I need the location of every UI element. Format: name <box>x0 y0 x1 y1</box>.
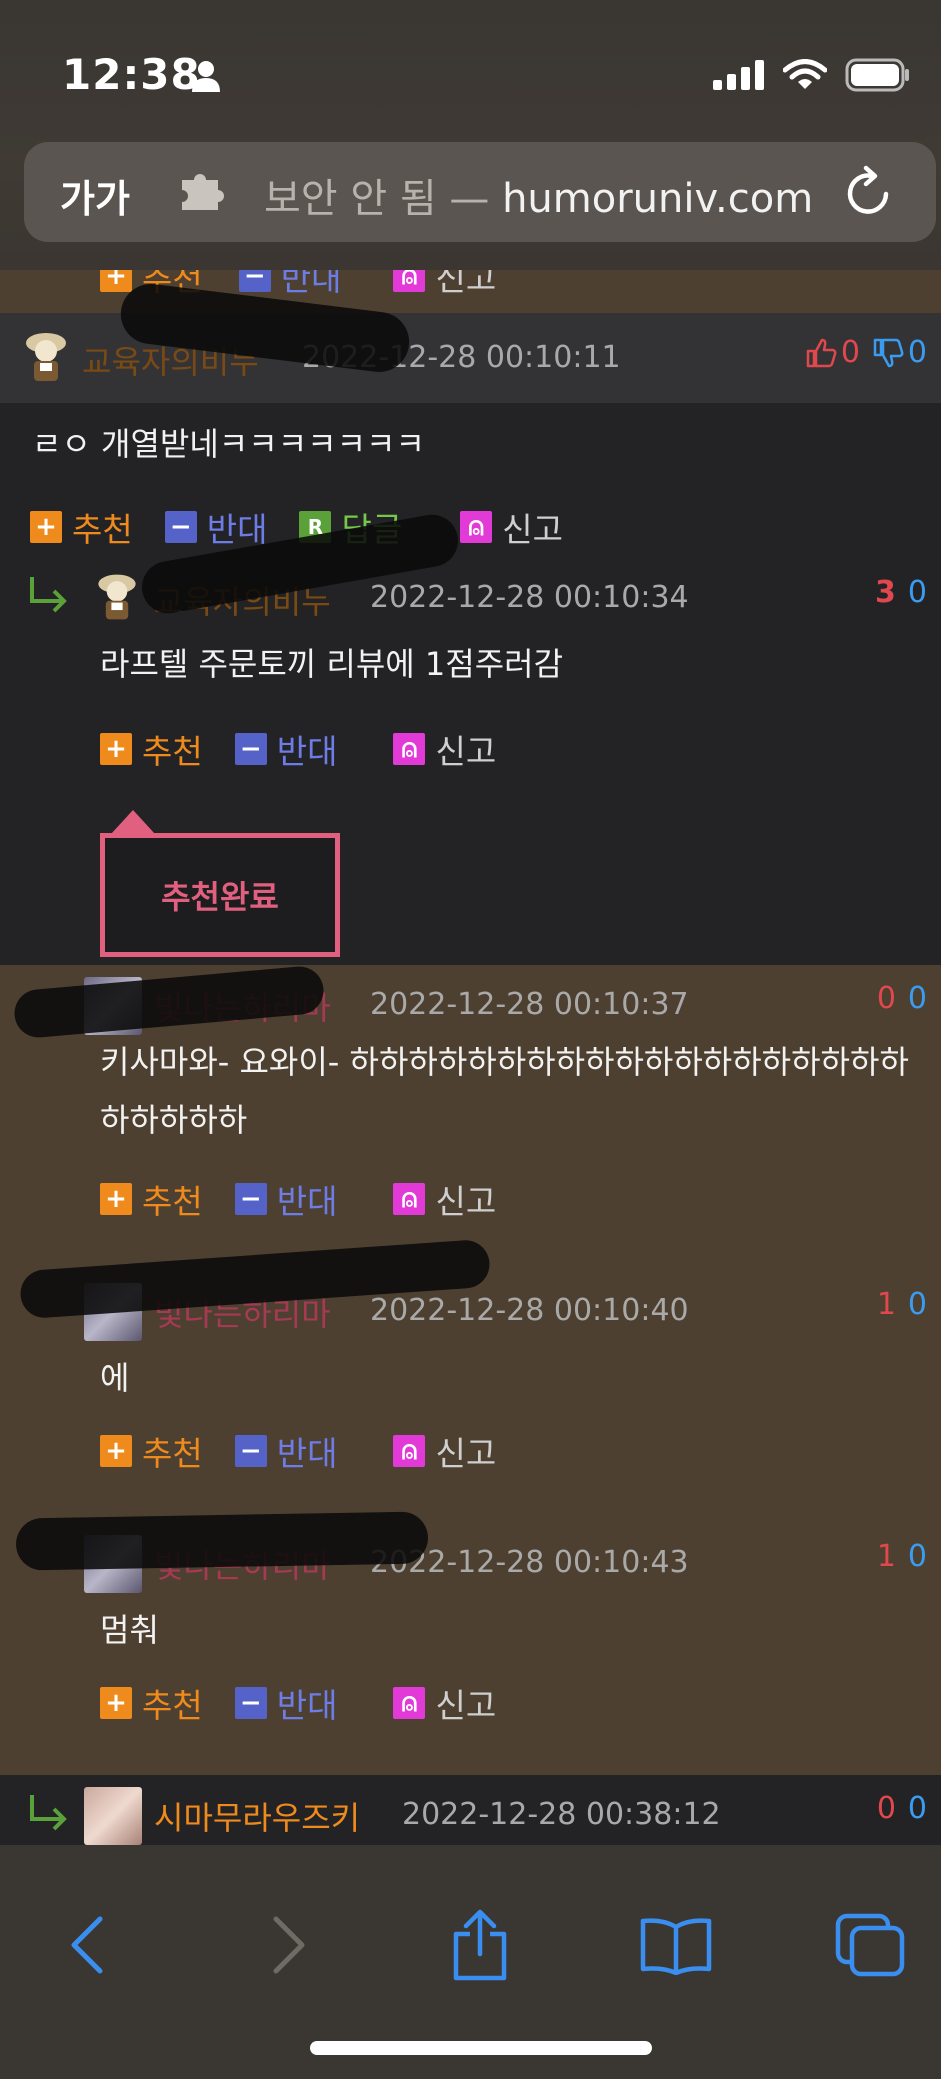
thumbs-up-icon[interactable] <box>805 337 837 369</box>
recommend-button[interactable]: + 추천 <box>100 1175 203 1223</box>
vote-counts: 0 0 <box>877 981 927 1016</box>
tabs-button[interactable] <box>830 1905 910 1985</box>
extension-icon[interactable] <box>178 172 228 212</box>
report-button[interactable]: ⍝ 신고 <box>393 1679 496 1727</box>
bookmarks-icon <box>640 1918 712 1975</box>
bookmarks-button[interactable] <box>636 1905 716 1985</box>
recommend-button[interactable]: + 추천 <box>100 1679 203 1727</box>
status-time: 12:38 <box>62 50 201 99</box>
back-icon <box>71 1916 103 1974</box>
down-count: 0 <box>907 981 927 1016</box>
down-count: 0 <box>907 575 927 610</box>
report-button[interactable]: ⍝ 신고 <box>460 503 563 551</box>
up-count: 1 <box>876 1539 896 1574</box>
text-size-button[interactable]: 가가 <box>60 168 130 223</box>
down-count: 0 <box>907 1791 927 1826</box>
report-button[interactable]: ⍝ 신고 <box>393 725 496 773</box>
comment-date: 2022-12-28 00:10:40 <box>370 1293 689 1328</box>
oppose-button[interactable]: − 반대 <box>234 1175 337 1223</box>
forward-icon <box>273 1916 305 1974</box>
url-domain: humoruniv.com <box>502 176 814 222</box>
author-nickname[interactable]: 시마무라우즈키 <box>154 1793 360 1839</box>
recommend-done-tooltip: 추천완료 <box>100 810 340 957</box>
comment-text: 멈춰 <box>100 1611 159 1649</box>
redaction-scribble <box>15 1511 429 1571</box>
comment-actions: + 추천 − 반대 ⍝ 신고 <box>100 1427 496 1475</box>
down-count: 0 <box>907 335 927 370</box>
up-count: 0 <box>876 981 896 1016</box>
comment-thread-dark: ㄹㅇ 개열받네ㅋㅋㅋㅋㅋㅋㅋ +추천 −반대 R답글 ⍝신고 교육자의비누 20… <box>0 403 941 965</box>
security-warning: 보안 안 됨 — <box>264 176 490 222</box>
comment-text: 에 <box>100 1359 130 1397</box>
report-button[interactable]: ⍝ 신고 <box>393 270 496 300</box>
browser-top-chrome: 12:38 가가 보안 안 됨 — humoruniv.com <box>0 0 941 270</box>
avatar <box>84 1787 142 1845</box>
forward-button[interactable] <box>248 1905 328 1985</box>
reply-arrow-icon <box>30 1795 67 1831</box>
vote-counts: 3 0 <box>875 575 927 610</box>
reload-icon[interactable] <box>842 164 896 220</box>
report-button[interactable]: ⍝ 신고 <box>393 1175 496 1223</box>
recommend-button[interactable]: + 추천 <box>100 1427 203 1475</box>
person-icon <box>192 61 220 92</box>
comment-text: 라프텔 주문토끼 리뷰에 1점주러감 <box>100 645 564 683</box>
status-icons <box>713 55 911 95</box>
comment-text: ㄹㅇ 개열받네ㅋㅋㅋㅋㅋㅋㅋ <box>32 425 425 463</box>
comment-date: 2022-12-28 00:38:12 <box>402 1797 721 1832</box>
comment-thread-dark-2: 시마무라우즈키 2022-12-28 00:38:12 0 0 <box>0 1775 941 1845</box>
comment-list: + 추천 − 반대 ⍝ 신고 교육자의비누 2022-12-28 00:10:11 0 <box>0 270 941 1845</box>
recommend-button[interactable]: + 추천 <box>30 503 133 551</box>
battery-icon <box>845 58 909 92</box>
vote-counts: 1 0 <box>877 1539 927 1574</box>
comment-text: 키사마와- 요와이- 하하하하하하하하하하하하하하하하하하하 하하하하하 <box>100 1043 909 1139</box>
reply-arrow-icon <box>30 577 67 613</box>
home-indicator <box>310 2041 652 2055</box>
up-count: 0 <box>840 335 860 370</box>
comment-actions: + 추천 − 반대 ⍝ 신고 <box>100 1679 496 1727</box>
avatar <box>98 574 136 620</box>
share-button[interactable] <box>440 1905 520 1985</box>
comment-date: 2022-12-28 00:10:34 <box>370 580 689 615</box>
recommend-button[interactable]: + 추천 <box>100 725 203 773</box>
up-count: 0 <box>876 1791 896 1826</box>
address-bar[interactable]: 가가 보안 안 됨 — humoruniv.com <box>24 142 936 242</box>
thumbs-down-icon[interactable] <box>872 337 904 369</box>
down-count: 0 <box>907 1539 927 1574</box>
vote-counts: 1 0 <box>877 1287 927 1322</box>
browser-toolbar <box>0 1845 941 2079</box>
down-count: 0 <box>907 1287 927 1322</box>
report-button[interactable]: ⍝ 신고 <box>393 1427 496 1475</box>
up-count: 3 <box>875 575 896 610</box>
vote-counts: 0 0 <box>805 335 927 370</box>
signal-icon <box>713 60 764 90</box>
up-count: 1 <box>876 1287 896 1322</box>
oppose-button[interactable]: − 반대 <box>234 725 337 773</box>
comment-date: 2022-12-28 00:10:37 <box>370 987 689 1022</box>
url-text[interactable]: 보안 안 됨 — humoruniv.com <box>264 166 813 224</box>
vote-counts: 0 0 <box>877 1791 927 1826</box>
back-button[interactable] <box>48 1905 128 1985</box>
tabs-icon <box>835 1913 905 1977</box>
oppose-button[interactable]: − 반대 <box>234 1679 337 1727</box>
oppose-button[interactable]: − 반대 <box>234 1427 337 1475</box>
wifi-icon <box>783 59 827 89</box>
comment-actions: + 추천 − 반대 ⍝ 신고 <box>100 1175 496 1223</box>
oppose-button[interactable]: − 반대 <box>164 503 267 551</box>
comment-actions: + 추천 − 반대 ⍝ 신고 <box>100 725 496 773</box>
share-icon <box>453 1909 507 1981</box>
avatar <box>26 333 66 381</box>
comment-thread-brown: 빛나는하리마 2022-12-28 00:10:37 0 0 키사마와- 요와이… <box>0 965 941 1775</box>
